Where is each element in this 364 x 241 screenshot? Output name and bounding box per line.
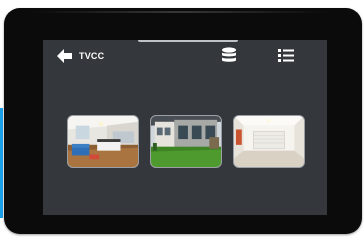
photo-frame-device: TVCC xyxy=(0,0,364,241)
bezel-glint xyxy=(30,11,330,13)
photo-thumbnail-interior[interactable] xyxy=(67,115,139,168)
device-screen: TVCC xyxy=(43,40,327,215)
back-button[interactable]: TVCC xyxy=(57,48,104,64)
garage-photo xyxy=(234,116,304,167)
database-icon[interactable] xyxy=(221,47,237,64)
list-menu-icon[interactable] xyxy=(278,49,294,62)
exterior-photo xyxy=(151,116,221,167)
page-title: TVCC xyxy=(79,51,105,61)
photo-thumbnail-exterior[interactable] xyxy=(150,115,222,168)
screen-top-highlight xyxy=(138,40,238,42)
arrow-left-icon xyxy=(57,49,72,63)
interior-photo xyxy=(68,116,138,167)
photo-thumbnail-garage[interactable] xyxy=(233,115,305,168)
side-accent-bar xyxy=(0,108,3,218)
